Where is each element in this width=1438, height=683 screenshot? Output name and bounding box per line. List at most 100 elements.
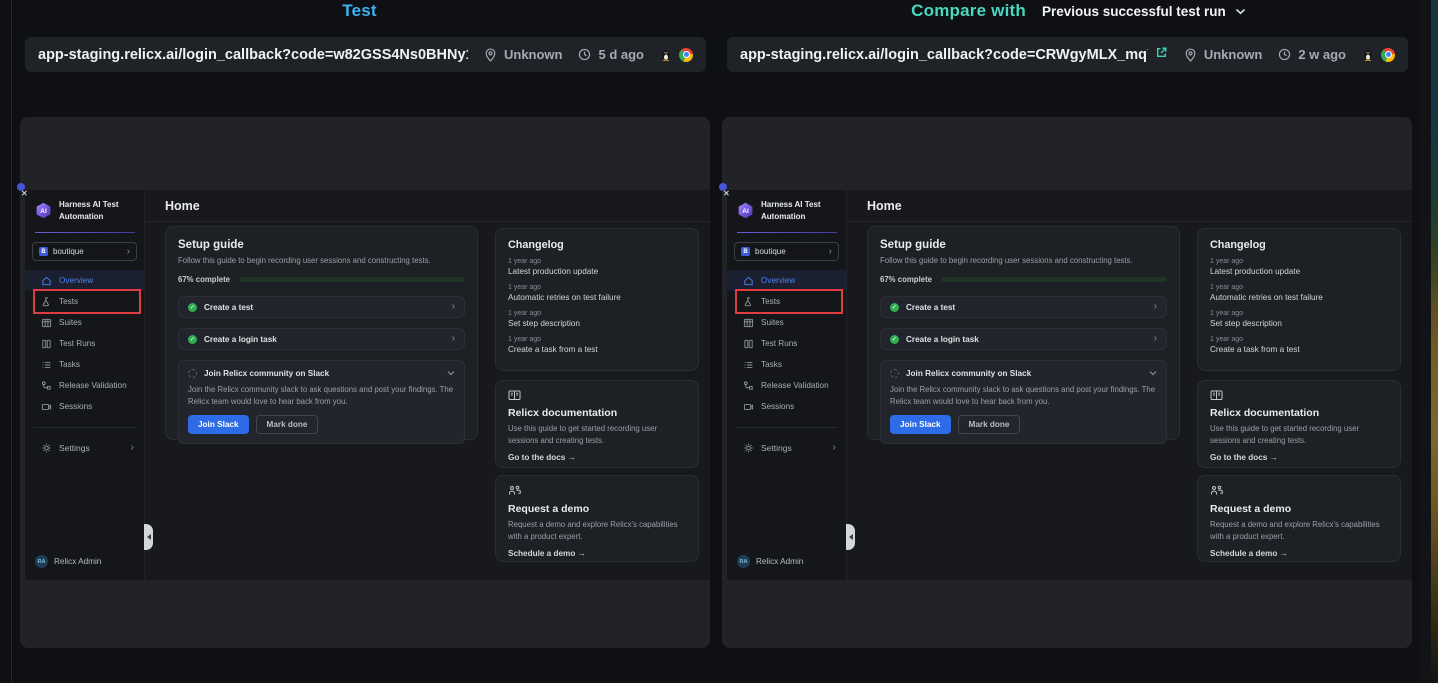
sidebar-item-test-runs[interactable]: Test Runs [25, 333, 144, 354]
changelog-card: Changelog 1 year ago Latest production u… [495, 228, 699, 371]
harness-logo-icon: AI [737, 202, 754, 219]
sidebar-nav: Overview Tests Suites Test Runs Tasks [727, 270, 846, 417]
request-demo-body: Request a demo and explore Relicx's capa… [1210, 519, 1388, 542]
setup-guide-title: Setup guide [880, 239, 1167, 251]
chrome-browser-icon [679, 48, 693, 62]
setup-item-create-login-task[interactable]: ✓ Create a login task › [178, 328, 465, 350]
schedule-demo-link[interactable]: Schedule a demo → [1210, 549, 1388, 558]
project-selector[interactable]: B boutique › [32, 242, 137, 261]
mark-done-button[interactable]: Mark done [958, 415, 1021, 434]
app-main: Home Setup guide Follow this guide to be… [145, 190, 710, 580]
join-slack-description: Join the Relicx community slack to ask q… [890, 384, 1157, 407]
sidebar-item-sessions[interactable]: Sessions [25, 396, 144, 417]
browser-location: Unknown [1204, 47, 1263, 62]
cursor-marker: ✕ [17, 183, 31, 199]
go-to-docs-link[interactable]: Go to the docs → [508, 453, 686, 462]
app-sidebar: AI Harness AI Test Automation B boutique… [727, 190, 847, 580]
setup-guide-subtitle: Follow this guide to begin recording use… [178, 256, 465, 265]
changelog-entry: 1 year ago Latest production update [1210, 258, 1388, 276]
progress-label: 67% complete [880, 275, 932, 284]
clock-icon [1278, 48, 1291, 61]
chrome-browser-icon [1381, 48, 1395, 62]
changelog-entry: 1 year ago Set step description [508, 310, 686, 328]
changelog-title: Changelog [508, 239, 686, 251]
join-slack-button[interactable]: Join Slack [188, 415, 249, 434]
documentation-title: Relicx documentation [1210, 407, 1388, 419]
unchecked-circle-icon [188, 369, 197, 378]
user-account[interactable]: RA Relicx Admin [737, 555, 803, 568]
compare-run-url-bar[interactable]: app-staging.relicx.ai/login_callback?cod… [727, 37, 1408, 72]
chevron-right-icon: › [1154, 334, 1157, 344]
page-title: Home [867, 199, 902, 213]
compare-with-title: Compare with [911, 1, 1026, 21]
sidebar-item-settings[interactable]: Settings › [25, 437, 144, 458]
sidebar-item-tests[interactable]: Tests [727, 291, 846, 312]
sidebar-item-suites[interactable]: Suites [25, 312, 144, 333]
current-run-url-bar[interactable]: app-staging.relicx.ai/login_callback?cod… [25, 37, 706, 72]
chevron-right-icon: › [452, 334, 455, 344]
brand-name: Harness AI Test Automation [59, 199, 119, 222]
changelog-entry: 1 year ago Automatic retries on test fai… [1210, 284, 1388, 302]
run-time-ago: 5 d ago [598, 47, 644, 62]
external-link-icon[interactable] [1155, 46, 1168, 64]
sidebar-item-sessions[interactable]: Sessions [727, 396, 846, 417]
book-icon [1210, 390, 1388, 403]
flask-icon [41, 296, 52, 308]
sidebar-item-suites[interactable]: Suites [727, 312, 846, 333]
go-to-docs-link[interactable]: Go to the docs → [1210, 453, 1388, 462]
join-slack-header[interactable]: Join Relicx community on Slack [188, 368, 455, 378]
svg-text:AI: AI [40, 208, 47, 215]
run-time-ago: 2 w ago [1298, 47, 1346, 62]
check-icon: ✓ [890, 335, 899, 344]
current-run-title: Test [342, 1, 377, 21]
request-demo-body: Request a demo and explore Relicx's capa… [508, 519, 686, 542]
schedule-demo-link[interactable]: Schedule a demo → [508, 549, 686, 558]
setup-item-create-login-task[interactable]: ✓ Create a login task › [880, 328, 1167, 350]
chevron-right-icon: › [452, 302, 455, 312]
mark-done-button[interactable]: Mark done [256, 415, 319, 434]
people-icon [1210, 485, 1388, 499]
chevron-left-icon [849, 534, 853, 540]
join-slack-button[interactable]: Join Slack [890, 415, 951, 434]
app-screenshot: AI Harness AI Test Automation B boutique… [727, 190, 1412, 580]
changelog-entry: 1 year ago Create a task from a test [508, 336, 686, 354]
home-icon [41, 275, 52, 287]
chevron-right-icon: › [131, 443, 134, 453]
workflow-icon [743, 380, 754, 392]
sidebar-nav: Overview Tests Suites Test Runs Tasks [25, 270, 144, 417]
changelog-entry: 1 year ago Set step description [1210, 310, 1388, 328]
sidebar-item-overview[interactable]: Overview [25, 270, 144, 291]
compare-run-dropdown[interactable]: Previous successful test run [1042, 4, 1246, 19]
chevron-down-icon [447, 368, 455, 378]
changelog-card: Changelog 1 year ago Latest production u… [1197, 228, 1401, 371]
documentation-title: Relicx documentation [508, 407, 686, 419]
project-selector[interactable]: B boutique › [734, 242, 839, 261]
sidebar-item-tasks[interactable]: Tasks [25, 354, 144, 375]
brand-name: Harness AI Test Automation [761, 199, 821, 222]
brand-divider [737, 232, 837, 233]
setup-guide-title: Setup guide [178, 239, 465, 251]
setup-item-join-slack: Join Relicx community on Slack Join the … [178, 360, 465, 444]
chevron-down-icon [1235, 8, 1246, 15]
setup-item-create-test[interactable]: ✓ Create a test › [178, 296, 465, 318]
right-gutter [1420, 0, 1431, 683]
grid-icon [41, 317, 52, 329]
documentation-card: Relicx documentation Use this guide to g… [495, 380, 699, 468]
svg-text:AI: AI [742, 208, 749, 215]
changelog-entry: 1 year ago Automatic retries on test fai… [508, 284, 686, 302]
sidebar-item-test-runs[interactable]: Test Runs [727, 333, 846, 354]
join-slack-header[interactable]: Join Relicx community on Slack [890, 368, 1157, 378]
test-compare-view: Test app-staging.relicx.ai/login_callbac… [0, 0, 1438, 683]
sidebar-item-release-validation[interactable]: Release Validation [25, 375, 144, 396]
setup-item-create-test[interactable]: ✓ Create a test › [880, 296, 1167, 318]
sidebar-collapse-handle[interactable] [846, 524, 855, 550]
user-account[interactable]: RA Relicx Admin [35, 555, 101, 568]
browser-location: Unknown [504, 47, 563, 62]
sidebar-item-tests[interactable]: Tests [25, 291, 144, 312]
sidebar-item-overview[interactable]: Overview [727, 270, 846, 291]
sidebar-collapse-handle[interactable] [144, 524, 153, 550]
sidebar-item-settings[interactable]: Settings › [727, 437, 846, 458]
sidebar-item-tasks[interactable]: Tasks [727, 354, 846, 375]
sidebar-item-release-validation[interactable]: Release Validation [727, 375, 846, 396]
check-icon: ✓ [188, 303, 197, 312]
